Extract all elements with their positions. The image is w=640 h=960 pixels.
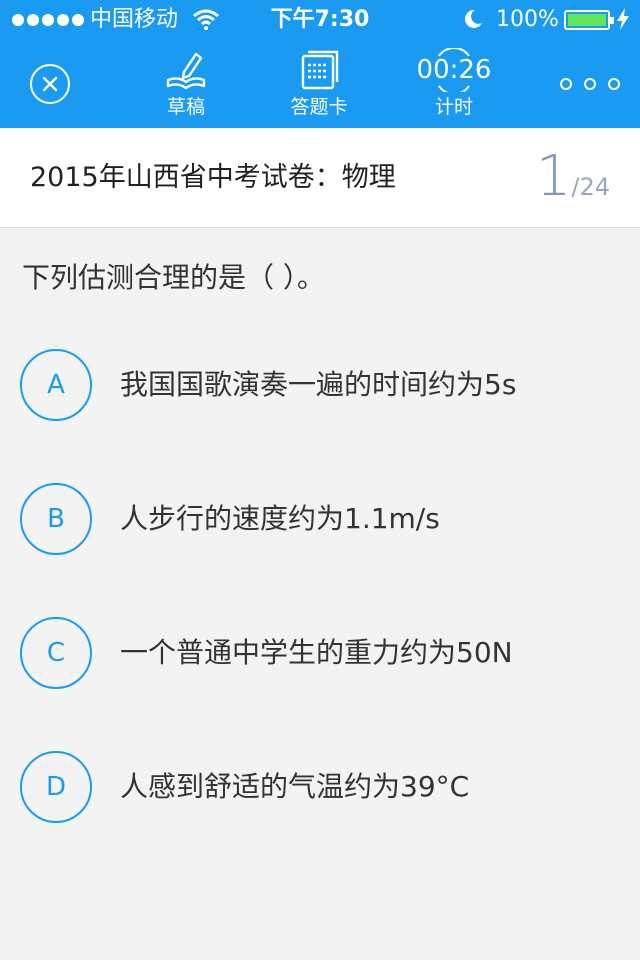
option-text: 人步行的速度约为1.1m/s xyxy=(120,502,440,535)
answer-card-button[interactable]: 答题卡 xyxy=(264,48,374,118)
more-button[interactable] xyxy=(560,74,620,94)
option-b[interactable]: B 人步行的速度约为1.1m/s xyxy=(20,483,620,555)
question-stem: 下列估测合理的是（ ）。 xyxy=(22,261,325,294)
charging-bolt-icon xyxy=(617,8,629,30)
battery-percentage: 100% xyxy=(496,7,559,32)
option-c[interactable]: C 一个普通中学生的重力约为50N xyxy=(20,617,620,689)
question-counter: 1/24 xyxy=(536,144,610,209)
exam-title: 2015年山西省中考试卷：物理 xyxy=(30,162,396,193)
answer-card-icon xyxy=(301,50,339,90)
option-text: 一个普通中学生的重力约为50N xyxy=(120,636,513,669)
close-icon xyxy=(42,76,58,92)
timer-value: 00:26 xyxy=(416,55,492,85)
more-icon xyxy=(560,78,572,90)
pencil-book-icon xyxy=(166,52,206,90)
answer-card-label: 答题卡 xyxy=(290,96,348,118)
timer-label: 计时 xyxy=(434,96,473,118)
option-letter: C xyxy=(20,617,92,689)
timer-button[interactable]: 00:26 计时 xyxy=(399,48,509,118)
draft-label: 草稿 xyxy=(166,96,205,118)
status-bar: 中国移动 下午7:30 100% xyxy=(0,0,640,40)
total-questions: /24 xyxy=(571,173,610,201)
option-text: 人感到舒适的气温约为39°C xyxy=(120,770,470,803)
option-d[interactable]: D 人感到舒适的气温约为39°C xyxy=(20,751,620,823)
moon-icon xyxy=(464,9,482,28)
option-text: 我国国歌演奏一遍的时间约为5s xyxy=(120,368,517,401)
top-header: 中国移动 下午7:30 100% 草稿 答题卡 00:26 计时 xyxy=(0,0,640,128)
option-letter: B xyxy=(20,483,92,555)
exam-header: 2015年山西省中考试卷：物理 1/24 xyxy=(0,128,640,228)
option-a[interactable]: A 我国国歌演奏一遍的时间约为5s xyxy=(20,349,620,421)
current-question-number: 1 xyxy=(535,144,572,209)
timer-display: 00:26 xyxy=(399,48,509,92)
option-letter: A xyxy=(20,349,92,421)
option-letter: D xyxy=(20,751,92,823)
battery-icon xyxy=(564,10,614,30)
close-button[interactable] xyxy=(30,64,70,104)
draft-button[interactable]: 草稿 xyxy=(131,48,241,118)
exam-toolbar: 草稿 答题卡 00:26 计时 xyxy=(0,40,640,128)
